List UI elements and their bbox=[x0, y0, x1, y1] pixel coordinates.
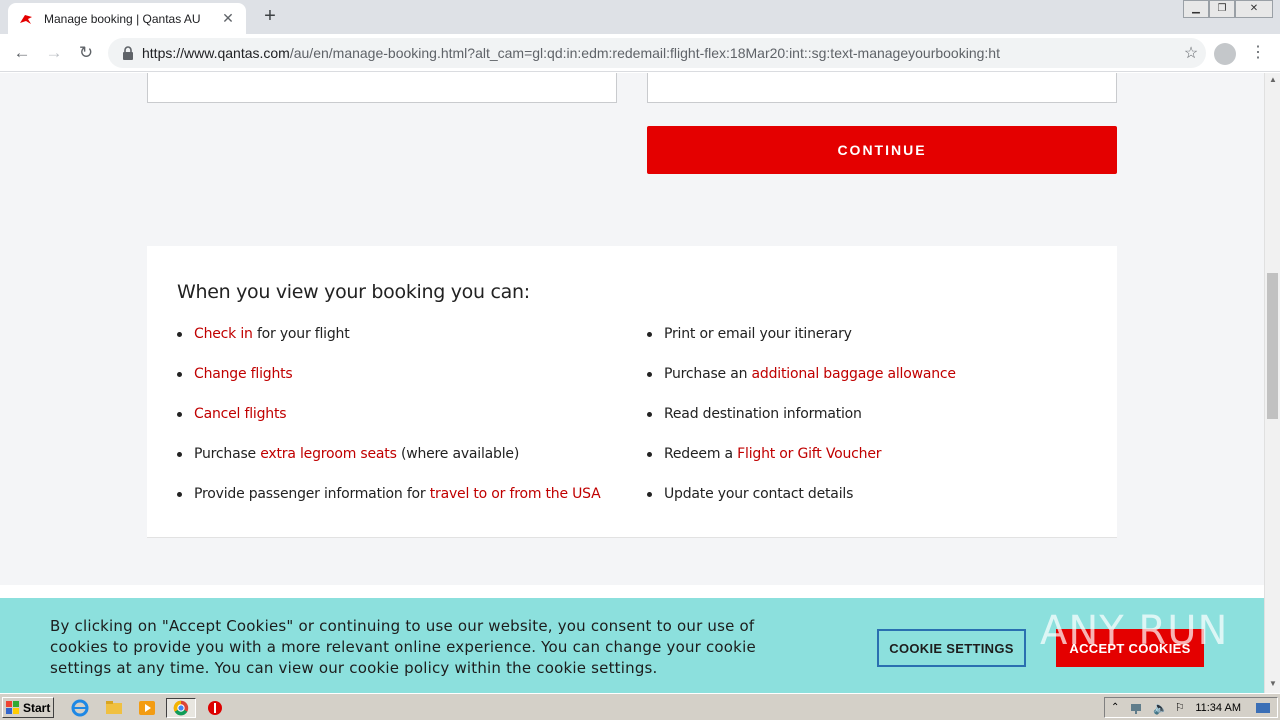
taskbar-clock[interactable]: 11:34 AM bbox=[1195, 702, 1241, 714]
feature-text: for your flight bbox=[252, 326, 350, 342]
tab-title: Manage booking | Qantas AU bbox=[44, 11, 201, 26]
address-bar[interactable]: https://www.qantas.com/au/en/manage-book… bbox=[108, 38, 1206, 68]
media-player-icon[interactable] bbox=[137, 698, 157, 718]
flag-icon[interactable]: ⚐ bbox=[1175, 701, 1185, 714]
show-desktop-icon[interactable] bbox=[1255, 701, 1271, 715]
right-item: Purchase an additional baggage allowance bbox=[647, 366, 1087, 406]
booking-reference-field[interactable] bbox=[147, 73, 617, 103]
feature-text: (where available) bbox=[396, 446, 520, 462]
left-item: Change flights bbox=[177, 366, 617, 406]
internet-explorer-icon[interactable] bbox=[70, 698, 90, 718]
url-host: https://www.qantas.com bbox=[142, 45, 290, 61]
info-heading: When you view your booking you can: bbox=[177, 281, 530, 303]
scroll-thumb[interactable] bbox=[1267, 273, 1278, 419]
feature-link[interactable]: additional baggage allowance bbox=[752, 366, 956, 382]
accept-cookies-button[interactable]: ACCEPT COOKIES bbox=[1056, 629, 1204, 667]
chrome-icon bbox=[173, 700, 189, 716]
cookie-settings-button[interactable]: COOKIE SETTINGS bbox=[877, 629, 1026, 667]
minimize-button[interactable]: ▁ bbox=[1183, 0, 1209, 18]
feature-text: Print or email your itinerary bbox=[664, 326, 852, 342]
right-item: Read destination information bbox=[647, 406, 1087, 446]
profile-avatar-icon[interactable] bbox=[1214, 43, 1236, 65]
feature-text: Purchase an bbox=[664, 366, 752, 382]
feature-link[interactable]: travel to or from the USA bbox=[430, 486, 601, 502]
menu-dots-icon[interactable]: ⋮ bbox=[1248, 42, 1268, 64]
forward-arrow-icon[interactable]: → bbox=[42, 41, 66, 65]
windows-taskbar: Start ⌃ 🔈 ⚐ 11:34 AM bbox=[0, 693, 1280, 720]
window-close-button[interactable]: ✕ bbox=[1235, 0, 1273, 18]
right-item: Redeem a Flight or Gift Voucher bbox=[647, 446, 1087, 486]
right-item: Update your contact details bbox=[647, 486, 1087, 526]
feature-text: Update your contact details bbox=[664, 486, 854, 502]
lock-icon bbox=[123, 46, 133, 60]
cookie-text: By clicking on "Accept Cookies" or conti… bbox=[50, 617, 756, 677]
url-text: https://www.qantas.com/au/en/manage-book… bbox=[142, 45, 1176, 61]
start-label: Start bbox=[23, 700, 51, 715]
chrome-taskbar-button[interactable] bbox=[166, 698, 196, 718]
start-button[interactable]: Start bbox=[2, 697, 54, 718]
feature-link[interactable]: extra legroom seats bbox=[260, 446, 397, 462]
booking-info-card: When you view your booking you can: Chec… bbox=[147, 246, 1117, 538]
new-tab-button[interactable]: + bbox=[258, 4, 282, 28]
scroll-up-arrow-icon[interactable]: ▲ bbox=[1265, 75, 1280, 87]
windows-logo-icon bbox=[6, 700, 19, 714]
feature-link[interactable]: Change flights bbox=[194, 366, 293, 382]
feature-text: Provide passenger information for bbox=[194, 486, 430, 502]
scroll-down-arrow-icon[interactable]: ▼ bbox=[1265, 679, 1280, 691]
qantas-kangaroo-icon bbox=[20, 14, 32, 24]
tab-manage-booking[interactable]: Manage booking | Qantas AU ✕ bbox=[8, 3, 246, 34]
tray-expand-icon[interactable]: ⌃ bbox=[1111, 702, 1119, 713]
feature-link[interactable]: Check in bbox=[194, 326, 253, 342]
last-name-field[interactable] bbox=[647, 73, 1117, 103]
feature-text: Redeem a bbox=[664, 446, 738, 462]
feature-link[interactable]: Cancel flights bbox=[194, 406, 287, 422]
network-icon[interactable] bbox=[1129, 701, 1145, 715]
left-feature-list: Check in for your flight Change flights Ca… bbox=[177, 326, 617, 526]
right-item: Print or email your itinerary bbox=[647, 326, 1087, 366]
url-path: /au/en/manage-booking.html?alt_cam=gl:qd… bbox=[289, 45, 1000, 61]
cookie-banner: By clicking on "Accept Cookies" or conti… bbox=[0, 598, 1264, 693]
tab-close-icon[interactable]: ✕ bbox=[220, 10, 236, 27]
feature-text: Purchase bbox=[194, 446, 261, 462]
reload-icon[interactable]: ↻ bbox=[74, 41, 98, 65]
back-arrow-icon[interactable]: ← bbox=[10, 41, 34, 65]
volume-icon[interactable]: 🔈 bbox=[1153, 701, 1168, 715]
browser-tabstrip: Manage booking | Qantas AU ✕ + ▁ ❐ ✕ bbox=[0, 0, 1280, 34]
left-item: Provide passenger information for travel… bbox=[177, 486, 617, 526]
feature-link[interactable]: Flight or Gift Voucher bbox=[737, 446, 881, 462]
feature-text: Read destination information bbox=[664, 406, 862, 422]
browser-toolbar: ← → ↻ https://www.qantas.com/au/en/manag… bbox=[0, 34, 1280, 72]
antivirus-icon[interactable] bbox=[205, 698, 225, 718]
left-item: Purchase extra legroom seats (where avai… bbox=[177, 446, 617, 486]
left-item: Check in for your flight bbox=[177, 326, 617, 366]
right-feature-list: Print or email your itinerary Purchase an… bbox=[647, 326, 1087, 526]
restore-button[interactable]: ❐ bbox=[1209, 0, 1235, 18]
system-tray: ⌃ 🔈 ⚐ 11:34 AM bbox=[1104, 697, 1278, 718]
file-explorer-icon[interactable] bbox=[104, 698, 124, 718]
continue-button[interactable]: CONTINUE bbox=[647, 126, 1117, 174]
left-item: Cancel flights bbox=[177, 406, 617, 446]
bookmark-star-icon[interactable]: ☆ bbox=[1176, 43, 1206, 63]
page-scrollbar[interactable]: ▲ ▼ bbox=[1264, 73, 1280, 693]
